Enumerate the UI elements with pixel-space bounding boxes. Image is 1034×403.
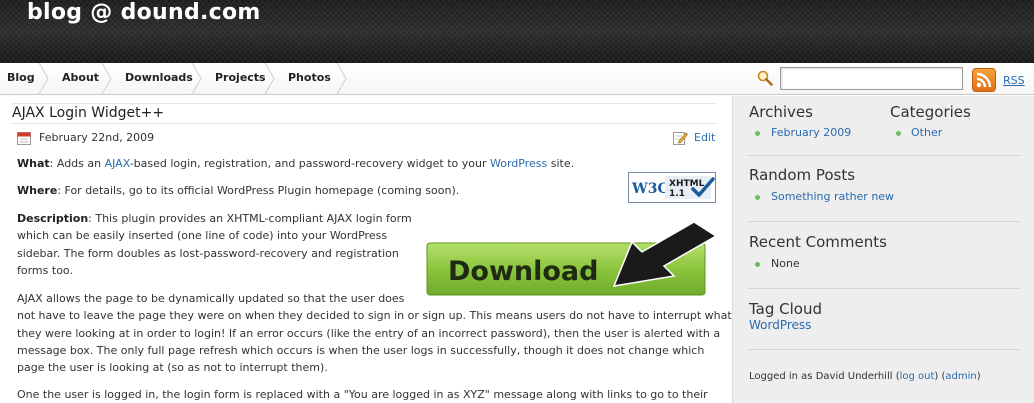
text: ) xyxy=(976,371,981,382)
logged-in-status: Logged in as David Underhill (log out) (… xyxy=(749,371,981,382)
rss-icon[interactable] xyxy=(972,68,996,92)
xhtml-text: XHTML xyxy=(669,179,705,189)
search-icon[interactable] xyxy=(757,70,773,86)
main-content: AJAX Login Widget++ February 22nd, 2009 … xyxy=(0,96,732,403)
search-input[interactable] xyxy=(780,67,963,90)
text: -based login, registration, and password… xyxy=(129,157,490,170)
text: Logged in as David Underhill ( xyxy=(749,371,900,382)
text: : Adds an xyxy=(49,157,105,170)
nav-separator xyxy=(191,63,203,94)
edit-link[interactable]: Edit xyxy=(694,131,715,144)
site-title[interactable]: blog @ dound.com xyxy=(27,0,261,25)
categories-heading: Categories xyxy=(890,103,971,121)
text: they were looking at in order to login! … xyxy=(17,326,721,340)
divider xyxy=(747,221,1021,222)
bullet xyxy=(755,262,760,267)
tag-cloud-heading: Tag Cloud xyxy=(749,300,823,318)
logout-link[interactable]: log out xyxy=(900,371,935,382)
nav-separator xyxy=(38,63,50,94)
nav-separator xyxy=(101,63,113,94)
nav-separator xyxy=(336,63,348,94)
divider xyxy=(747,349,1021,350)
archives-heading: Archives xyxy=(749,103,813,121)
random-posts-heading: Random Posts xyxy=(749,166,856,184)
rss-link[interactable]: RSS xyxy=(1003,74,1025,87)
text: : For details, go to its official WordPr… xyxy=(57,184,460,197)
site-header: blog @ dound.com xyxy=(0,0,1034,63)
where-label: Where xyxy=(17,184,58,197)
archive-link-february-2009[interactable]: February 2009 xyxy=(771,126,851,139)
logged-in-paragraph: One the user is logged in, the login for… xyxy=(17,386,708,403)
description-paragraph: Description: This plugin provides an XHT… xyxy=(17,210,412,279)
text: site. xyxy=(547,157,575,170)
w3c-xhtml-badge[interactable]: W3C XHTML 1.1 xyxy=(628,172,716,203)
nav-item-downloads[interactable]: Downloads xyxy=(125,63,193,94)
text: message box. The only full page refresh … xyxy=(17,343,705,357)
bullet xyxy=(755,131,760,136)
ajax-paragraph: AJAX allows the page to be dynamically u… xyxy=(17,290,732,376)
text: sidebar. The form doubles as lost-passwo… xyxy=(17,246,399,260)
text: which can be easily inserted (one line o… xyxy=(17,229,388,243)
text: not have to leave the page they were on … xyxy=(17,309,732,323)
nav-item-projects[interactable]: Projects xyxy=(215,63,266,94)
wordpress-link[interactable]: WordPress xyxy=(490,157,547,170)
divider xyxy=(12,103,717,104)
recent-comments-heading: Recent Comments xyxy=(749,233,887,251)
divider xyxy=(747,288,1021,289)
download-label: Download xyxy=(448,256,598,287)
nav-separator xyxy=(264,63,276,94)
bullet xyxy=(896,131,901,136)
divider xyxy=(747,155,1021,156)
nav-item-blog[interactable]: Blog xyxy=(7,63,35,94)
bullet xyxy=(755,195,760,200)
tag-link-wordpress[interactable]: WordPress xyxy=(749,318,811,332)
post-date: February 22nd, 2009 xyxy=(39,131,155,144)
w3c-text: W3C xyxy=(631,181,669,197)
category-link-other[interactable]: Other xyxy=(911,126,942,139)
description-label: Description xyxy=(17,212,89,225)
download-button[interactable]: Download xyxy=(426,221,718,298)
random-post-link[interactable]: Something rather new xyxy=(771,190,894,203)
text: page the user is looking at (so as not t… xyxy=(17,361,328,375)
text: ) ( xyxy=(934,371,946,382)
where-paragraph: Where: For details, go to its official W… xyxy=(17,182,459,199)
text: One the user is logged in, the login for… xyxy=(17,388,708,401)
divider xyxy=(12,123,717,124)
what-label: What xyxy=(17,157,50,170)
version-text: 1.1 xyxy=(669,189,685,199)
text: : This plugin provides an XHTML-complian… xyxy=(88,212,412,225)
recent-comment-item: None xyxy=(771,257,800,270)
edit-icon[interactable] xyxy=(673,130,688,145)
text: forms too. xyxy=(17,263,73,277)
ajax-link[interactable]: AJAX xyxy=(105,157,130,170)
what-paragraph: What: Adds an AJAX-based login, registra… xyxy=(17,155,574,172)
calendar-icon xyxy=(17,132,31,145)
post-title[interactable]: AJAX Login Widget++ xyxy=(12,105,164,121)
nav-item-photos[interactable]: Photos xyxy=(288,63,331,94)
sidebar: Archives February 2009 Categories Other … xyxy=(732,96,1034,403)
text: AJAX allows the page to be dynamically u… xyxy=(17,292,405,305)
nav-item-about[interactable]: About xyxy=(62,63,99,94)
admin-link[interactable]: admin xyxy=(945,371,976,382)
